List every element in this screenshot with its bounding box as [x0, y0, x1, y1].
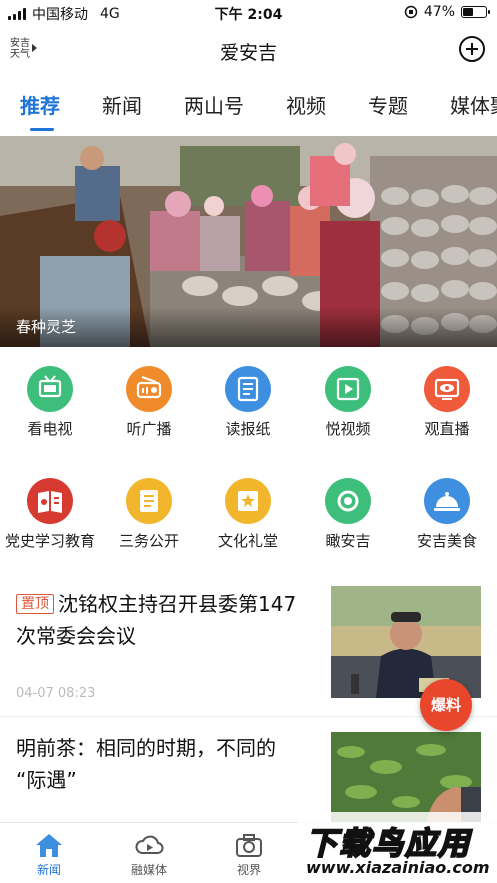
- nav-media[interactable]: 融媒体: [119, 831, 179, 878]
- watermark-title: 下载鸟应用: [305, 825, 471, 863]
- active-tab-indicator: [30, 128, 54, 131]
- grid-label-newspaper: 读报纸: [225, 420, 271, 438]
- grid-label-party-history: 党史学习教育: [4, 532, 95, 550]
- orientation-lock-icon: [404, 5, 418, 19]
- grid-item-newspaper[interactable]: 读报纸: [198, 366, 298, 439]
- site-watermark: 下载鸟应用 www.xiazainiao.com: [298, 812, 497, 883]
- grid-item-culture-hall[interactable]: 文化礼堂: [198, 478, 298, 551]
- tv-icon: [27, 366, 73, 412]
- nav-news-label: 新闻: [36, 863, 61, 877]
- app-header: 安吉 天气 爱安吉: [0, 26, 497, 74]
- camera-icon: [234, 831, 264, 859]
- home-icon: [34, 831, 64, 859]
- status-right: 47%: [404, 4, 490, 20]
- grid-item-party-history[interactable]: 党史学习教育: [0, 478, 100, 551]
- grid-label-tv: 看电视: [27, 420, 73, 438]
- food-cloche-icon: [424, 478, 470, 524]
- battery-icon: [461, 6, 490, 18]
- news-title-1-line2: 次常委会会议: [16, 624, 136, 648]
- nav-news[interactable]: 新闻: [19, 831, 79, 878]
- party-book-icon: [27, 478, 73, 524]
- tab-news[interactable]: 新闻: [102, 90, 142, 119]
- tab-special[interactable]: 专题: [368, 90, 408, 119]
- newspaper-icon: [225, 366, 271, 412]
- news-title-1-line1: 沈铭权主持召开县委第147: [58, 592, 297, 616]
- grid-item-tv[interactable]: 看电视: [0, 366, 100, 439]
- channel-tabs: 推荐 新闻 两山号 视频 专题 媒体聚: [0, 90, 497, 136]
- nav-media-label: 融媒体: [130, 863, 167, 877]
- grid-label-view-anji: 瞰安吉: [325, 532, 371, 550]
- status-bar: 中国移动 4G 下午 2:04 47%: [0, 0, 497, 26]
- grid-label-culture-hall: 文化礼堂: [217, 532, 278, 550]
- carousel-banner[interactable]: 春种灵芝: [0, 136, 497, 347]
- tab-recommend[interactable]: 推荐: [20, 90, 60, 119]
- tab-media[interactable]: 媒体聚: [450, 90, 497, 119]
- news-time-1: 04-07 08:23: [16, 686, 96, 701]
- document-icon: [126, 478, 172, 524]
- grid-label-food: 安吉美食: [416, 532, 477, 550]
- grid-item-three-affairs[interactable]: 三务公开: [99, 478, 199, 551]
- news-item-2[interactable]: 明前茶：相同的时期，不同的 “际遇”: [0, 718, 497, 826]
- pinned-tag: 置顶: [16, 594, 54, 614]
- news-title-2-line2: “际遇”: [16, 768, 77, 792]
- culture-hall-icon: [225, 478, 271, 524]
- live-eye-icon: [424, 366, 470, 412]
- grid-item-food[interactable]: 安吉美食: [397, 478, 497, 551]
- banner-caption: 春种灵芝: [16, 318, 77, 336]
- grid-label-video: 悦视频: [325, 420, 371, 438]
- battery-percent: 47%: [423, 4, 455, 20]
- news-title-2: 明前茶：相同的时期，不同的 “际遇”: [16, 732, 276, 796]
- radio-icon: [126, 366, 172, 412]
- nav-vision[interactable]: 视界: [219, 831, 279, 878]
- tab-liangshan[interactable]: 两山号: [184, 90, 244, 119]
- news-title-2-line1: 明前茶：相同的时期，不同的: [16, 736, 276, 760]
- grid-item-live[interactable]: 观直播: [397, 366, 497, 439]
- tab-video[interactable]: 视频: [286, 90, 326, 119]
- watermark-url: www.xiazainiao.com: [306, 858, 490, 877]
- grid-label-radio: 听广播: [126, 420, 172, 438]
- video-icon: [325, 366, 371, 412]
- app-title: 爱安吉: [219, 42, 277, 64]
- grid-item-view-anji[interactable]: 瞰安吉: [298, 478, 398, 551]
- grid-item-radio[interactable]: 听广播: [99, 366, 199, 439]
- grid-label-live: 观直播: [424, 420, 470, 438]
- nav-vision-label: 视界: [236, 863, 261, 877]
- cloud-icon: [134, 831, 164, 859]
- grid-label-three-affairs: 三务公开: [118, 532, 179, 550]
- news-thumbnail-1: [331, 586, 481, 698]
- grid-item-video[interactable]: 悦视频: [298, 366, 398, 439]
- view-eye-icon: [325, 478, 371, 524]
- baoliao-button[interactable]: 爆料: [420, 679, 472, 731]
- add-plus-icon[interactable]: [459, 36, 485, 62]
- news-title-1: 置顶 沈铭权主持召开县委第147 次常委会会议: [16, 588, 296, 652]
